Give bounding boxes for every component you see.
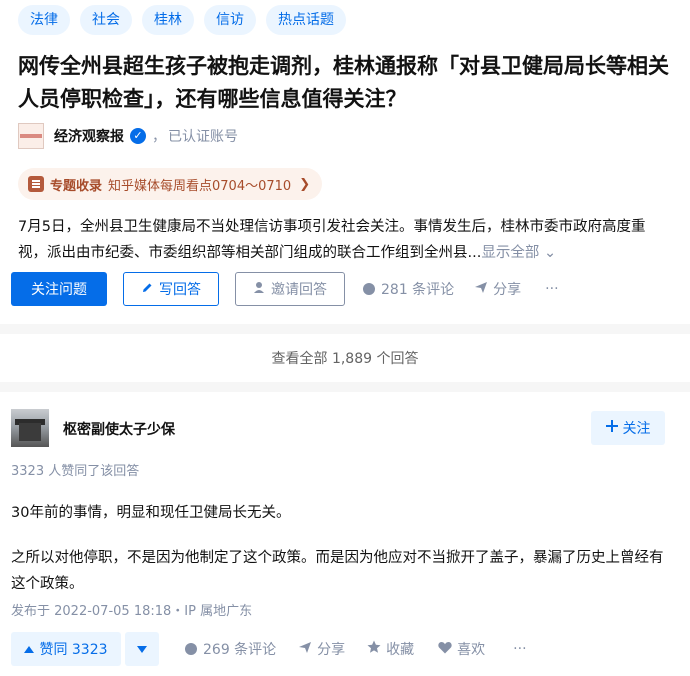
question-comments-button[interactable]: 281 条评论 [363,279,454,299]
question-title: 网传全州县超生孩子被抱走调剂，桂林通报称「对县卫健局局长等相关人员停职检查」，还… [18,54,669,111]
downvote-button[interactable] [125,632,159,666]
author-logo[interactable] [18,123,44,149]
follow-author-button[interactable]: 关注 [591,411,665,445]
collection-text: 知乎媒体每周看点0704～0710 [108,178,292,194]
answer-share-label: 分享 [317,642,346,658]
favorite-button[interactable]: 收藏 [367,639,414,659]
upvote-button[interactable]: 赞同 3323 [11,632,121,666]
show-all-link[interactable]: 显示全部 ⌄ [481,245,556,261]
write-answer-label: 写回答 [159,282,201,298]
question-card: 法律 社会 桂林 信访 热点话题 网传全州县超生孩子被抱走调剂，桂林通报称「对县… [0,0,690,324]
answer-paragraph: 30年前的事情，明显和现任卫健局长无关。 [11,505,291,521]
topic-tag[interactable]: 社会 [80,5,132,35]
plus-icon [605,420,618,436]
question-share-label: 分享 [493,282,522,298]
comment-icon [185,643,197,655]
question-comments-label: 281 条评论 [381,282,455,298]
more-icon[interactable]: ··· [513,641,526,657]
invite-answer-button[interactable]: 邀请回答 [235,272,345,306]
like-label: 喜欢 [457,642,486,658]
topic-tag[interactable]: 法律 [18,5,70,35]
answer-actions: 赞同 3323 269 条评论 分享 收藏 喜欢 ··· [11,632,527,666]
topic-tag[interactable]: 桂林 [142,5,194,35]
write-answer-button[interactable]: 写回答 [123,272,219,306]
heart-icon [438,641,452,658]
invite-answer-label: 邀请回答 [271,282,327,298]
author-status: 已认证账号 [168,129,238,145]
answer-share-button[interactable]: 分享 [298,639,345,659]
question-author: 经济观察报 ✓ ， 已认证账号 [18,122,238,150]
like-button[interactable]: 喜欢 [438,639,485,659]
collection-label: 专题收录 [50,178,103,194]
question-actions: 关注问题 写回答 邀请回答 281 条评论 分享 ··· [11,272,559,306]
collection-icon [28,176,44,192]
share-icon [298,641,312,658]
answer-meta: 发布于 2022-07-05 18:18・IP 属地广东 [11,604,253,619]
answer-comments-button[interactable]: 269 条评论 [185,639,276,659]
comment-icon [363,283,375,295]
author-name[interactable]: 经济观察报 [54,126,124,146]
verified-icon: ✓ [130,128,146,144]
follow-author-label: 关注 [622,421,651,437]
share-icon [474,281,488,298]
follow-question-button[interactable]: 关注问题 [11,272,107,306]
topic-tag[interactable]: 热点话题 [266,5,346,35]
chevron-right-icon: ❯ [299,176,311,192]
answer-likes-note: 3323 人赞同了该回答 [11,464,140,479]
answer-paragraph: 之所以对他停职，不是因为他制定了这个政策。而是因为他应对不当掀开了盖子，暴漏了历… [11,550,664,592]
author-separator: ， [152,129,166,145]
show-all-label: 显示全部 [481,245,540,261]
star-icon [367,640,381,658]
answer-comments-label: 269 条评论 [203,642,277,658]
question-share-button[interactable]: 分享 [474,279,521,299]
topic-tag[interactable]: 信访 [204,5,256,35]
chevron-down-icon: ⌄ [543,245,557,261]
favorite-label: 收藏 [386,642,415,658]
view-all-answers-button[interactable]: 查看全部 1,889 个回答 [0,334,690,382]
upvote-label: 赞同 3323 [39,642,108,658]
invite-icon [253,281,266,298]
avatar[interactable] [11,409,49,447]
topic-tags: 法律 社会 桂林 信访 热点话题 [18,5,346,35]
pencil-icon [141,281,154,298]
downvote-icon [137,645,147,653]
answer-author-name[interactable]: 枢密副使太子少保 [63,419,175,439]
collection-link[interactable]: 专题收录 知乎媒体每周看点0704～0710 ❯ [18,168,323,200]
question-description: 7月5日，全州县卫生健康局不当处理信访事项引发社会关注。事情发生后，桂林市委市政… [18,214,672,266]
upvote-icon [24,645,35,653]
more-icon[interactable]: ··· [545,281,558,297]
